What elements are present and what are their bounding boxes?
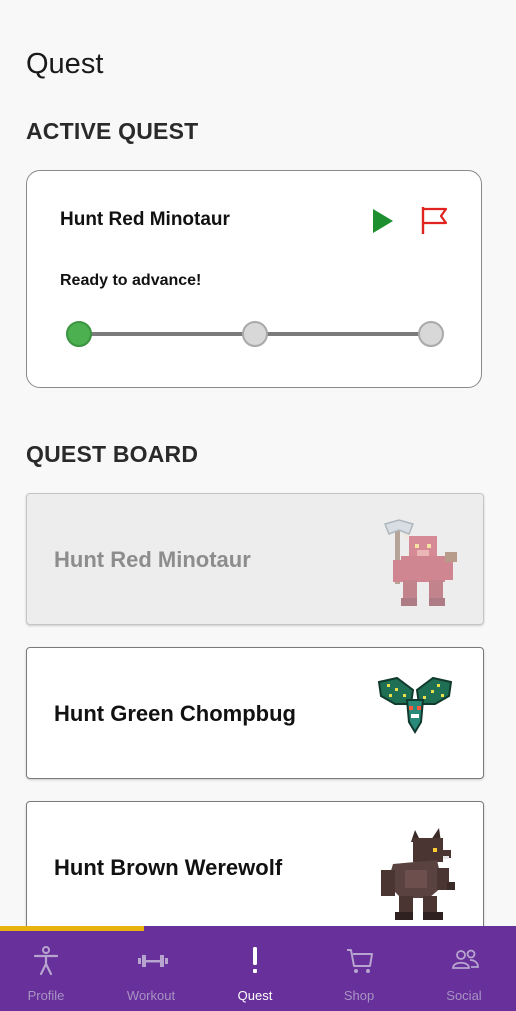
quest-board-item[interactable]: Hunt Red Minotaur — [26, 493, 484, 625]
progress-step-2 — [242, 321, 268, 347]
active-quest-card: Hunt Red Minotaur Ready to advance! — [26, 170, 482, 388]
green-chompbug-icon — [377, 676, 453, 734]
exclamation-icon — [253, 947, 257, 973]
play-icon[interactable] — [371, 208, 395, 234]
nav-item-workout[interactable]: Workout — [101, 932, 201, 1010]
quest-board-item-label: Hunt Green Chompbug — [54, 701, 296, 726]
active-quest-heading: ACTIVE QUEST — [26, 118, 199, 144]
bottom-nav: Profile Workout Quest Shop Social — [0, 926, 516, 1011]
nav-label: Profile — [27, 988, 65, 1003]
nav-item-shop[interactable]: Shop — [309, 932, 409, 1010]
people-icon — [452, 949, 479, 969]
nav-label: Quest — [237, 988, 273, 1003]
nav-item-quest[interactable]: Quest — [205, 932, 305, 1010]
page-title: Quest — [26, 48, 104, 80]
dumbbell-icon — [138, 955, 168, 967]
nav-label: Social — [446, 988, 482, 1003]
flag-icon[interactable] — [420, 205, 450, 235]
quest-board-item[interactable]: Hunt Green Chompbug — [26, 647, 484, 779]
quest-board-item-label: Hunt Brown Werewolf — [54, 855, 283, 880]
nav-label: Workout — [126, 988, 176, 1003]
brown-werewolf-icon — [381, 828, 455, 920]
quest-board-heading: QUEST BOARD — [26, 441, 199, 467]
progress-step-3 — [418, 321, 444, 347]
nav-label: Shop — [343, 988, 375, 1003]
quest-board-item-label: Hunt Red Minotaur — [54, 547, 251, 572]
active-quest-name: Hunt Red Minotaur — [60, 209, 230, 230]
nav-item-social[interactable]: Social — [414, 932, 514, 1010]
quest-board-item[interactable]: Hunt Brown Werewolf — [26, 801, 484, 933]
quest-status-text: Ready to advance! — [60, 272, 202, 289]
person-icon — [33, 946, 59, 976]
quest-screen: Quest ACTIVE QUEST Hunt Red Minotaur Rea… — [0, 0, 516, 1011]
cart-icon — [347, 949, 373, 973]
nav-item-profile[interactable]: Profile — [0, 932, 96, 1010]
red-minotaur-icon — [383, 519, 457, 606]
nav-selection-indicator — [0, 926, 144, 931]
progress-step-1 — [66, 321, 92, 347]
